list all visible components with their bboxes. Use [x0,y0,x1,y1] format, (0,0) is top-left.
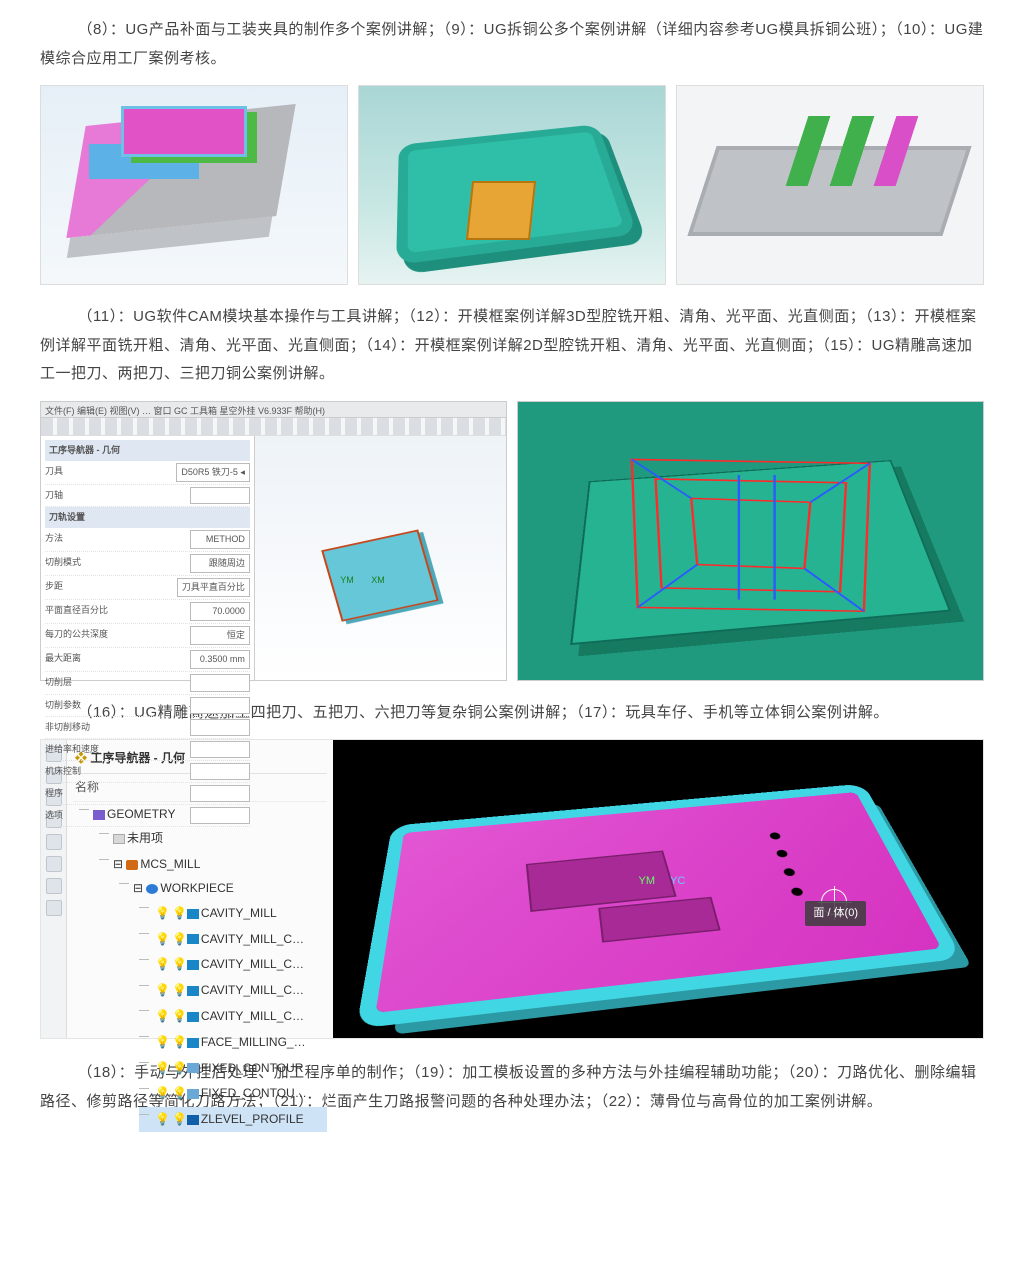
pct-value: 70.0000 [190,602,250,621]
tree-op: 💡CAVITY_MILL_C… [139,978,327,1004]
cam-row: 文件(F) 编辑(E) 视图(V) … 窗口 GC 工具箱 星空外挂 V6.93… [40,401,984,681]
noncut-move: 非切削移动 [45,719,90,736]
feed-speed: 进给率和速度 [45,741,99,758]
axis-triad: YM XM [340,572,385,589]
pct-label: 平面直径百分比 [45,602,108,621]
method-value: METHOD [190,530,250,549]
tree-op: 💡FIXED_CONTOU… [139,1081,327,1107]
group-options: 选项 [45,807,63,824]
tree-op: 💡CAVITY_MILL_C… [139,1003,327,1029]
cut-level: 切削层 [45,674,72,691]
group-program: 程序 [45,785,63,802]
cutmode-label: 切削模式 [45,554,81,573]
axis-labels: YM YC [639,871,686,892]
tree-op: 💡FACE_MILLING_… [139,1029,327,1055]
maxdist-value: 0.3500 mm [190,650,250,669]
cam-nav-header: 工序导航器 - 几何 [45,440,250,461]
paragraph-8-10: （8）：UG产品补面与工装夹具的制作多个案例讲解；（9）：UG拆铜公多个案例讲解… [40,16,984,73]
method-label: 方法 [45,530,63,549]
tree-op: 💡FIXED_CONTOUR [139,1055,327,1081]
cad-thumb-housing [676,85,984,285]
group-path: 刀轨设置 [45,507,250,528]
cut-params: 切削参数 [45,697,81,714]
rail-icon [46,900,62,916]
tree-workpiece: ⊟ WORKPIECE 💡CAVITY_MILL 💡CAVITY_MILL_C…… [119,876,327,1134]
rail-icon [46,856,62,872]
group-machine: 机床控制 [45,763,81,780]
tree-op: 💡CAVITY_MILL_C… [139,926,327,952]
cam-3d-view: YM XM [255,436,506,680]
cad-thumb-fixture [40,85,348,285]
model-pocket [598,897,721,943]
step-value: 刀具平直百分比 [177,578,250,597]
tree-op: 💡CAVITY_MILL_C… [139,952,327,978]
cam-toolbar [41,418,506,436]
tree-op-selected: 💡ZLEVEL_PROFILE [139,1107,327,1133]
tree-op: 💡CAVITY_MILL [139,900,327,926]
tree-geometry: GEOMETRY 未用项 ⊟ MCS_MILL ⊟ WORKPIECE 💡CAV… [79,802,327,1137]
step-label: 步距 [45,578,63,597]
cad-thumb-row-1 [40,85,984,285]
tree-mcs-mill: ⊟ MCS_MILL ⊟ WORKPIECE 💡CAVITY_MILL 💡CAV… [99,852,327,1136]
cutmode-value: 跟随周边 [190,554,250,573]
cad-thumb-electrode [358,85,666,285]
selection-tooltip: 面 / 体(0) [805,901,866,926]
tool-label: 刀具 [45,463,63,482]
ug-cam-screenshot: 文件(F) 编辑(E) 视图(V) … 窗口 GC 工具箱 星空外挂 V6.93… [40,401,507,681]
rail-icon [46,878,62,894]
toolpath-lines [602,440,900,635]
depth-value: 恒定 [190,626,250,645]
cam-menubar: 文件(F) 编辑(E) 视图(V) … 窗口 GC 工具箱 星空外挂 V6.93… [41,402,506,418]
tool-value: D50R5 铁刀-5 ◂ [176,463,250,482]
depth-label: 每刀的公共深度 [45,626,108,645]
paragraph-11-15: （11）：UG软件CAM模块基本操作与工具讲解；（12）：开模框案例详解3D型腔… [40,303,984,389]
maxdist-label: 最大距离 [45,650,81,669]
toolpath-preview [517,401,984,681]
rail-icon [46,834,62,850]
cam-operation-dialog: 工序导航器 - 几何 刀具 D50R5 铁刀-5 ◂ 刀轴 刀轨设置 方法 METH… [41,436,255,680]
group-axis: 刀轴 [45,487,63,504]
tree-ops-list: 💡CAVITY_MILL 💡CAVITY_MILL_C… 💡CAVITY_MIL… [139,900,327,1132]
model-view-pink: YM YC 面 / 体(0) [333,740,983,1038]
tree-unused: 未用项 [99,826,327,852]
